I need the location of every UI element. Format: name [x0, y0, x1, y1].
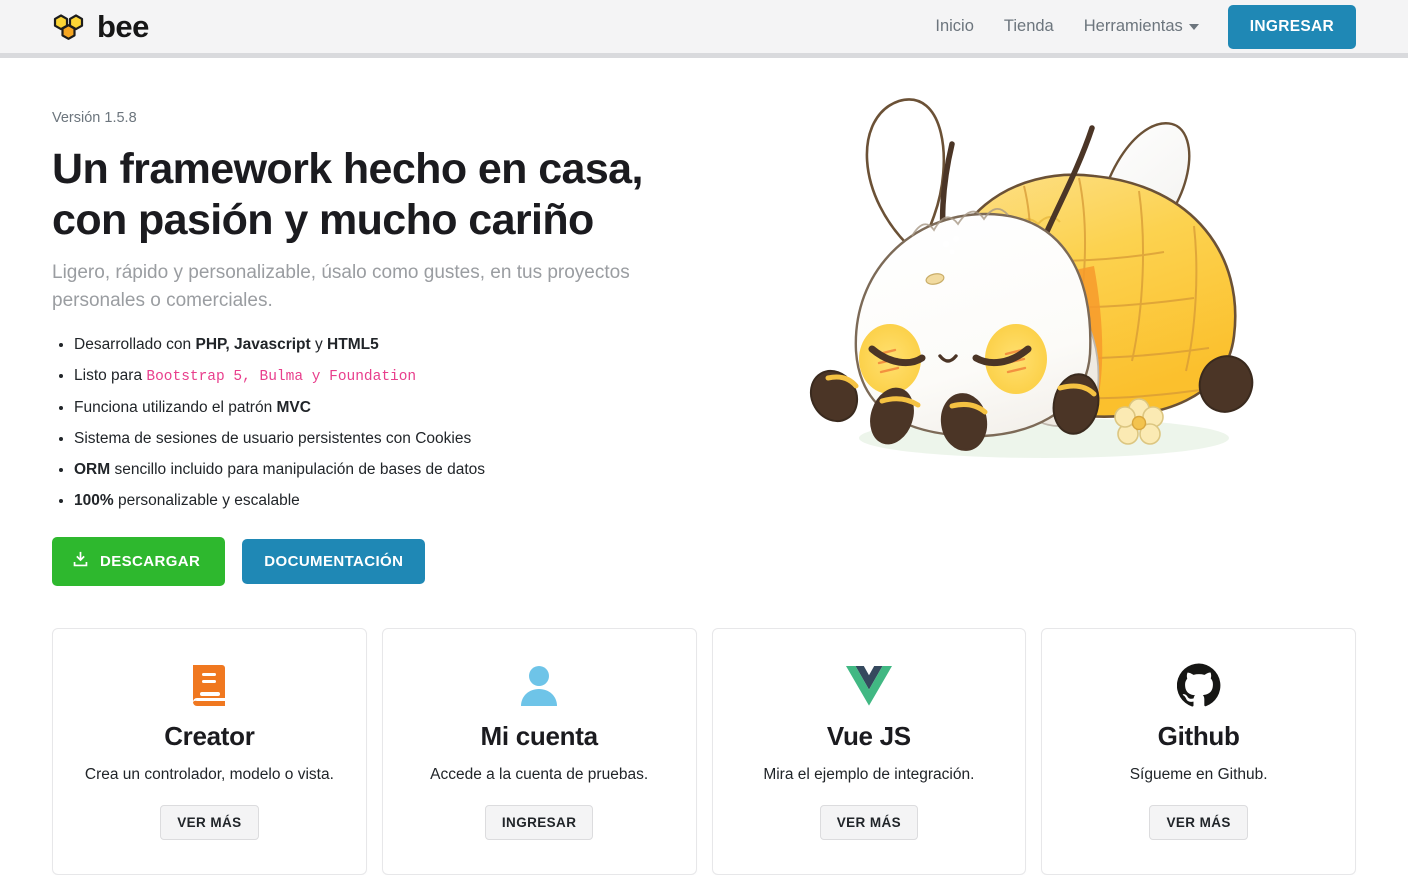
- card-mi-cuenta[interactable]: Mi cuenta Accede a la cuenta de pruebas.…: [381, 628, 697, 875]
- feature-cards: Creator Crea un controlador, modelo o vi…: [0, 628, 1408, 875]
- feature-bold: ORM: [74, 461, 111, 479]
- feature-bold: 100%: [74, 492, 114, 510]
- user-icon: [401, 661, 678, 709]
- download-button[interactable]: DESCARGAR: [52, 537, 226, 587]
- card-text: Sígueme en Github.: [1129, 766, 1268, 784]
- feature-list: Desarrollado con PHP, Javascript y HTML5…: [52, 336, 712, 511]
- kawaii-bee-illustration: [794, 66, 1274, 466]
- card-github[interactable]: Github Sígueme en Github. VER MÁS: [1041, 628, 1356, 875]
- nav-item-herramientas-label: Herramientas: [1083, 17, 1183, 35]
- hero-illustration-wrapper: [712, 58, 1356, 586]
- card-text: Accede a la cuenta de pruebas.: [430, 766, 649, 784]
- hero-actions: DESCARGAR DOCUMENTACIÓN: [52, 537, 712, 587]
- nav-item-herramientas[interactable]: Herramientas: [1069, 9, 1214, 44]
- feature-text: y: [310, 336, 328, 354]
- card-title: Github: [1157, 721, 1240, 752]
- page-title: Un framework hecho en casa, con pasión y…: [52, 145, 643, 244]
- feature-bold: MVC: [276, 399, 311, 417]
- card-vuejs[interactable]: Vue JS Mira el ejemplo de integración. V…: [711, 628, 1027, 875]
- card-title: Vue JS: [826, 721, 911, 752]
- documentation-button[interactable]: DOCUMENTACIÓN: [242, 539, 426, 585]
- card-title: Mi cuenta: [480, 721, 599, 752]
- feature-item: 100% personalizable y escalable: [74, 492, 712, 511]
- brand-logo-link[interactable]: bee: [52, 10, 149, 44]
- card-text: Mira el ejemplo de integración.: [763, 766, 975, 784]
- main-navigation: Inicio Tienda Herramientas INGRESAR: [920, 4, 1356, 49]
- download-button-label: DESCARGAR: [100, 553, 201, 571]
- hero-content: Versión 1.5.8 Un framework hecho en casa…: [52, 58, 712, 587]
- feature-item: Funciona utilizando el patrón MVC: [74, 399, 712, 418]
- feature-text: sencillo incluido para manipulación de b…: [110, 461, 485, 479]
- github-icon: [1060, 661, 1337, 709]
- feature-text: personalizable y escalable: [113, 492, 300, 510]
- honeycomb-icon: [52, 10, 86, 44]
- vuejs-icon: [731, 661, 1008, 709]
- hero-section: Versión 1.5.8 Un framework hecho en casa…: [0, 58, 1408, 587]
- site-header: bee Inicio Tienda Herramientas INGRESAR: [0, 0, 1408, 58]
- feature-text: Funciona utilizando el patrón: [74, 399, 277, 417]
- feature-bold: HTML5: [327, 336, 379, 354]
- feature-bold: PHP, Javascript: [195, 336, 311, 354]
- card-text: Crea un controlador, modelo o vista.: [84, 766, 334, 784]
- chevron-down-icon: [1188, 23, 1199, 30]
- feature-item: ORM sencillo incluido para manipulación …: [74, 461, 712, 480]
- feature-item: Listo para Bootstrap 5, Bulma y Foundati…: [74, 367, 712, 386]
- card-action-button[interactable]: VER MÁS: [819, 805, 919, 841]
- feature-item: Sistema de sesiones de usuario persisten…: [74, 430, 712, 449]
- card-action-button[interactable]: INGRESAR: [484, 805, 594, 841]
- feature-code: Bootstrap 5, Bulma y Foundation: [146, 369, 417, 386]
- card-title: Creator: [164, 721, 255, 752]
- feature-text: Sistema de sesiones de usuario persisten…: [74, 430, 472, 448]
- nav-item-tienda[interactable]: Tienda: [989, 9, 1069, 44]
- nav-item-inicio[interactable]: Inicio: [920, 9, 989, 44]
- feature-text: Listo para: [74, 367, 147, 385]
- card-action-button[interactable]: VER MÁS: [1149, 805, 1248, 841]
- page-subtitle: Ligero, rápido y personalizable, úsalo c…: [52, 262, 630, 311]
- feature-text: Desarrollado con: [74, 336, 196, 354]
- download-icon: [72, 551, 89, 572]
- book-icon: [71, 661, 348, 709]
- brand-name: bee: [97, 9, 149, 44]
- version-label: Versión 1.5.8: [52, 110, 137, 126]
- card-action-button[interactable]: VER MÁS: [160, 805, 259, 841]
- feature-item: Desarrollado con PHP, Javascript y HTML5: [74, 336, 712, 355]
- card-creator[interactable]: Creator Crea un controlador, modelo o vi…: [52, 628, 367, 875]
- login-button[interactable]: INGRESAR: [1227, 4, 1356, 49]
